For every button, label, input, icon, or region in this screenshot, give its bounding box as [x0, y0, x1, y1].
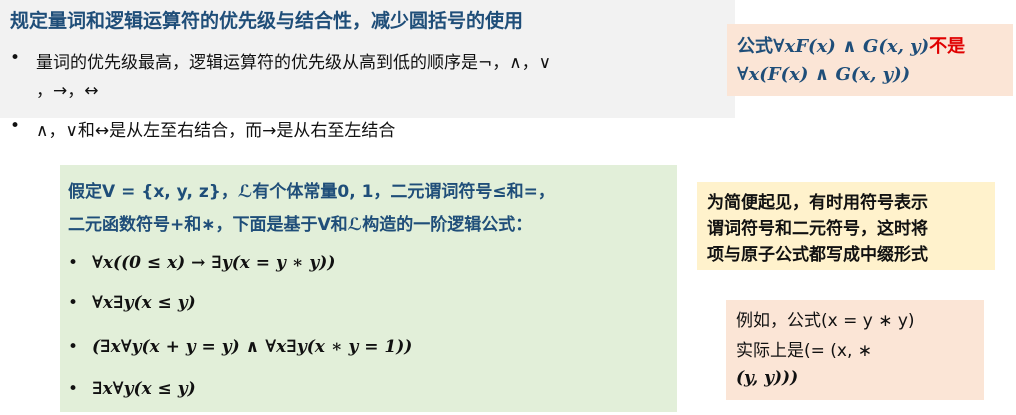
formula-item: • ∃x∀y(x ≤ y) [68, 379, 196, 399]
formula-item: • (∃x∀y(x + y = y) ∧ ∀x∃y(x ∗ y = 1)) [68, 337, 412, 357]
not-label: 不是 [929, 36, 966, 57]
formula-comparison-line: 公式∀xF(x) ∧ G(x, y)不是 [737, 32, 965, 58]
bullet-dot: • [68, 293, 79, 313]
formula-text: ∀x∃y(x ≤ y) [92, 293, 196, 313]
page-title: 规定量词和逻辑运算符的优先级与结合性，减少圆括号的使用 [10, 10, 524, 32]
bullet-dot: • [68, 379, 79, 399]
associativity-rule-text: ∧，∨和↔是从左至右结合，而→是从右至左结合 [36, 121, 396, 141]
formula-text: ∀x((0 ≤ x) → ∃y(x = y ∗ y)) [92, 253, 336, 273]
first-order-formula-examples-panel: 假定V = {x, y, z}，ℒ有个体常量0, 1，二元谓词符号≤和=， 二元… [60, 165, 677, 412]
assumption-text-line2: 二元函数符号+和∗，下面是基于V和ℒ构造的一阶逻辑公式： [68, 215, 533, 235]
assumption-text-line1: 假定V = {x, y, z}，ℒ有个体常量0, 1，二元谓词符号≤和=， [68, 182, 555, 202]
formula-comparison-box: 公式∀xF(x) ∧ G(x, y)不是 ∀x(F(x) ∧ G(x, y)) [727, 24, 1013, 96]
example-line: 实际上是(= (x, ∗ [736, 341, 873, 361]
precedence-rule-text-continued: ，→，↔ [36, 81, 99, 101]
formula-text: ∃x∀y(x ≤ y) [92, 379, 196, 399]
formula-item: • ∀x∃y(x ≤ y) [68, 293, 196, 313]
note-line: 项与原子公式都写成中缀形式 [707, 245, 928, 265]
formula-item: • ∀x((0 ≤ x) → ∃y(x = y ∗ y)) [68, 253, 335, 273]
bullet-dot: • [68, 337, 79, 357]
precedence-rule-text: 量词的优先级最高，逻辑运算符的优先级从高到低的顺序是¬，∧，∨ [36, 53, 552, 73]
example-line: 例如，公式(x = y ∗ y) [736, 311, 915, 331]
formula-text: (∃x∀y(x + y = y) ∧ ∀x∃y(x ∗ y = 1)) [92, 337, 413, 357]
example-line: (y, y))) [736, 368, 799, 388]
bullet-dot: • [10, 48, 21, 68]
formula-with-parens: ∀x(F(x) ∧ G(x, y)) [737, 64, 911, 85]
bullet-dot: • [68, 253, 79, 273]
formula-without-parens: ∀xF(x) ∧ G(x, y) [773, 36, 930, 57]
prefix-example-box: 例如，公式(x = y ∗ y) 实际上是(= (x, ∗ (y, y))) [726, 300, 984, 400]
note-line: 谓词符号和二元符号，这时将 [707, 219, 928, 239]
note-line: 为简便起见，有时用符号表示 [707, 193, 928, 213]
infix-notation-note: 为简便起见，有时用符号表示 谓词符号和二元符号，这时将 项与原子公式都写成中缀形… [697, 182, 995, 270]
formula-label: 公式 [737, 36, 773, 57]
bullet-dot: • [10, 116, 21, 136]
